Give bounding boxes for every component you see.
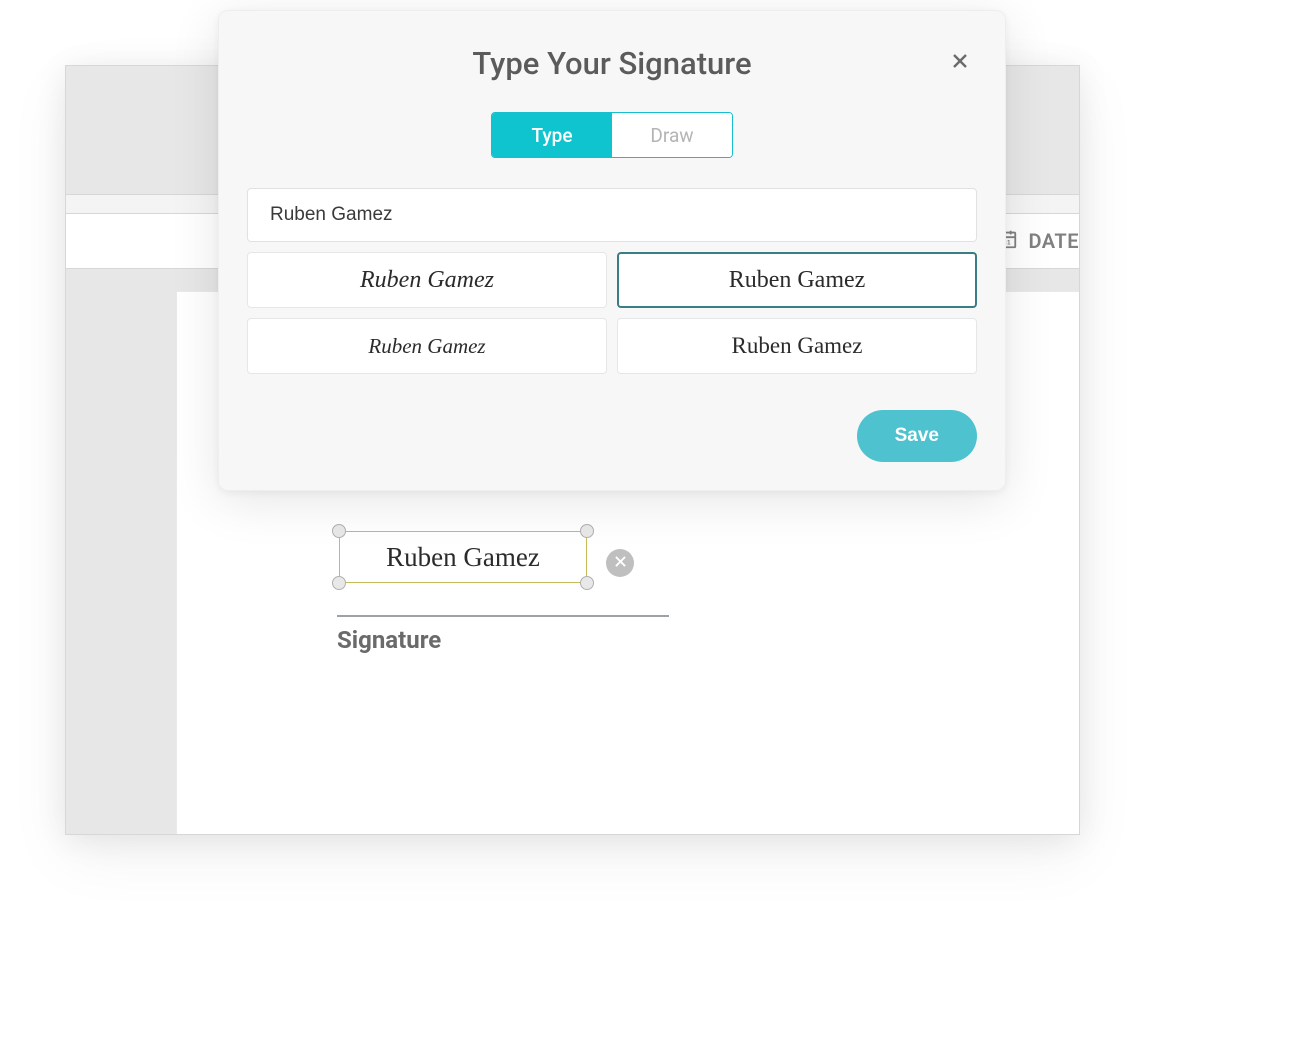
tab-type[interactable]: Type xyxy=(492,113,612,157)
close-icon xyxy=(952,50,968,75)
signature-mode-segmented: Type Draw xyxy=(491,112,733,158)
type-signature-modal: Type Your Signature Type Draw Ruben Game… xyxy=(218,10,1006,491)
signature-style-option-2[interactable]: Ruben Gamez xyxy=(617,252,977,308)
signature-name-input[interactable] xyxy=(247,188,977,242)
placed-signature-widget[interactable]: Ruben Gamez xyxy=(330,522,596,592)
remove-signature-button[interactable] xyxy=(606,549,634,577)
signature-line xyxy=(337,615,669,617)
signature-style-option-3[interactable]: Ruben Gamez xyxy=(247,318,607,374)
date-tool-label: DATE xyxy=(1028,229,1079,253)
tab-draw[interactable]: Draw xyxy=(612,113,732,157)
signature-style-grid: Ruben Gamez Ruben Gamez Ruben Gamez Rube… xyxy=(247,252,977,374)
resize-handle-top-right[interactable] xyxy=(580,524,594,538)
resize-handle-bottom-left[interactable] xyxy=(332,576,346,590)
placed-signature-text[interactable]: Ruben Gamez xyxy=(339,531,587,583)
modal-title: Type Your Signature xyxy=(247,45,977,82)
close-icon xyxy=(615,555,626,571)
signature-field-label: Signature xyxy=(337,626,441,654)
signature-style-option-4[interactable]: Ruben Gamez xyxy=(617,318,977,374)
resize-handle-bottom-right[interactable] xyxy=(580,576,594,590)
modal-footer: Save xyxy=(247,410,977,462)
save-button[interactable]: Save xyxy=(857,410,977,462)
signature-style-option-1[interactable]: Ruben Gamez xyxy=(247,252,607,308)
resize-handle-top-left[interactable] xyxy=(332,524,346,538)
close-modal-button[interactable] xyxy=(947,49,973,75)
